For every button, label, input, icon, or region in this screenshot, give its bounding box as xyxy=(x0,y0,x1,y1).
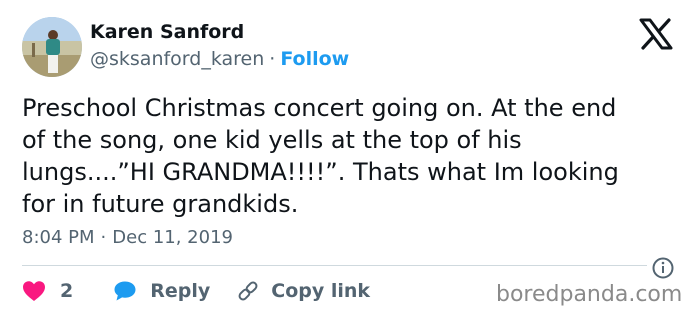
tweet-time: 8:04 PM xyxy=(22,227,95,248)
tweet-text: Preschool Christmas concert going on. At… xyxy=(22,94,619,218)
x-logo-icon[interactable] xyxy=(638,18,674,50)
tweet-actions: 2 Reply Copy link xyxy=(22,277,370,305)
heart-icon xyxy=(22,280,46,302)
info-icon[interactable] xyxy=(651,256,675,280)
reply-label: Reply xyxy=(150,280,211,302)
avatar[interactable] xyxy=(22,17,82,77)
reply-button[interactable]: Reply xyxy=(113,280,210,302)
timestamp-separator: · xyxy=(100,227,107,248)
tweet-timestamp[interactable]: 8:04 PM · Dec 11, 2019 xyxy=(22,227,233,248)
like-button[interactable]: 2 xyxy=(22,280,73,302)
author-handle[interactable]: @sksanford_karen xyxy=(90,48,264,70)
handle-separator: · xyxy=(269,48,276,70)
watermark: boredpanda.com xyxy=(496,282,683,307)
tweet-date: Dec 11, 2019 xyxy=(112,227,233,248)
author-handle-row: @sksanford_karen · Follow xyxy=(90,48,349,70)
divider xyxy=(22,265,647,266)
like-count: 2 xyxy=(60,280,74,302)
copy-link-label: Copy link xyxy=(271,280,371,302)
speech-bubble-icon xyxy=(113,280,137,302)
copy-link-button[interactable]: Copy link xyxy=(236,279,370,303)
author-name[interactable]: Karen Sanford xyxy=(90,21,244,43)
follow-button[interactable]: Follow xyxy=(280,48,349,70)
link-icon xyxy=(236,279,260,303)
